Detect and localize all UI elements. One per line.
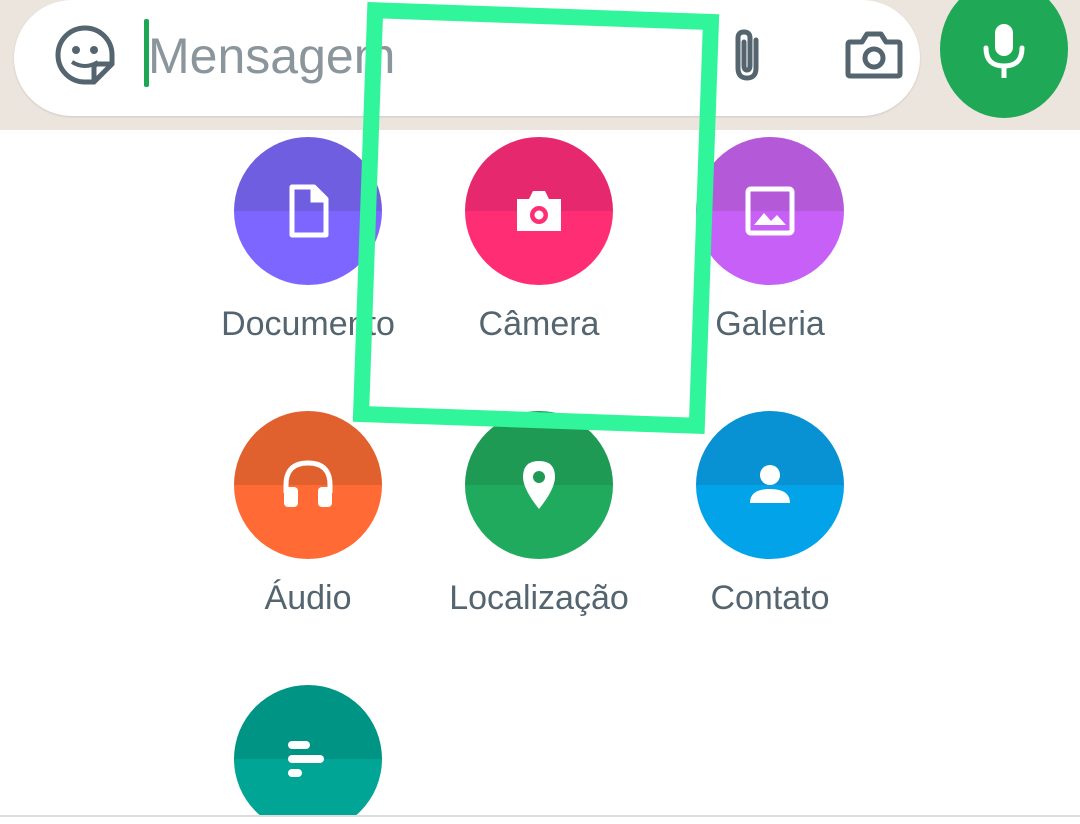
poll-circle (234, 685, 382, 815)
audio-circle (234, 411, 382, 559)
attach-document-label: Documento (221, 305, 395, 343)
attach-gallery-label: Galeria (715, 305, 825, 343)
sticker-emoji-icon[interactable] (54, 24, 116, 86)
contact-circle (696, 411, 844, 559)
document-icon (289, 184, 329, 238)
attach-camera-button[interactable]: Câmera (429, 137, 649, 367)
attach-document-button[interactable]: Documento (198, 137, 418, 367)
paperclip-icon[interactable] (720, 26, 774, 84)
gallery-icon (745, 186, 795, 236)
location-pin-icon (523, 461, 555, 509)
attach-camera-label: Câmera (478, 305, 600, 343)
headphones-icon (283, 460, 333, 507)
bottom-divider (0, 815, 1080, 817)
contact-person-icon (750, 465, 790, 503)
location-circle (465, 411, 613, 559)
text-caret (144, 19, 149, 87)
camera-icon[interactable] (844, 26, 904, 84)
whatsapp-attachment-screen: Documento Câmera Galeria (0, 0, 1080, 824)
document-circle (234, 137, 382, 285)
attach-location-button[interactable]: Localização (429, 411, 649, 641)
attach-contact-button[interactable]: Contato (660, 411, 880, 641)
attach-audio-button[interactable]: Áudio (198, 411, 418, 641)
gallery-circle (696, 137, 844, 285)
message-input[interactable] (138, 14, 708, 98)
attach-location-label: Localização (449, 579, 629, 617)
camera-circle (465, 137, 613, 285)
camera-icon (517, 191, 561, 231)
attach-audio-label: Áudio (264, 579, 352, 617)
attach-gallery-button[interactable]: Galeria (660, 137, 880, 367)
message-compose-bar (14, 0, 920, 116)
microphone-icon (983, 24, 1025, 78)
poll-icon (288, 741, 324, 777)
attach-poll-button[interactable] (198, 685, 418, 815)
attach-contact-label: Contato (710, 579, 830, 617)
